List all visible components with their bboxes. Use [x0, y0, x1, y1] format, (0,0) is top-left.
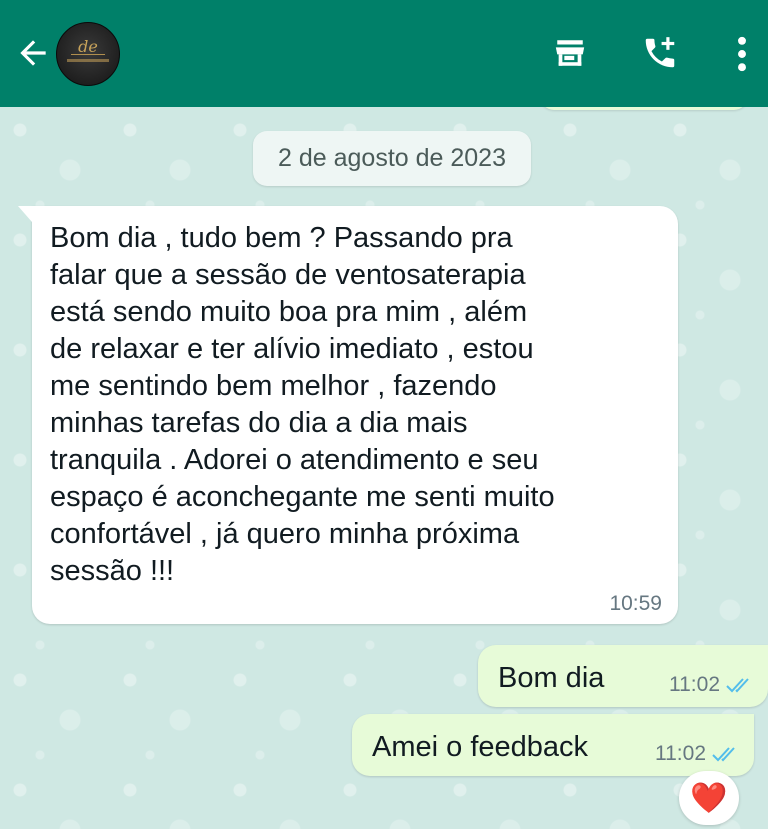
add-call-icon[interactable] — [640, 34, 680, 72]
outgoing-message-text: Bom dia — [498, 662, 605, 694]
back-arrow-icon[interactable] — [14, 34, 52, 72]
outgoing-message-bubble[interactable]: Bom dia 11:02 — [478, 645, 768, 707]
store-icon[interactable] — [552, 36, 588, 70]
outgoing-message-time: 11:02 — [655, 742, 706, 765]
read-ticks-icon — [726, 678, 749, 693]
outgoing-message-bubble[interactable]: Amei o feedback 11:02 — [352, 714, 754, 776]
incoming-message-bubble[interactable]: Bom dia , tudo bem ? Passando pra falar … — [18, 206, 678, 624]
outgoing-message-meta: 11:02 — [655, 742, 740, 766]
outgoing-message-text: Amei o feedback — [372, 731, 589, 763]
outgoing-message-time: 11:02 — [669, 673, 720, 696]
avatar-logo-caption — [67, 59, 109, 62]
chat-header: de — [0, 0, 768, 107]
contact-avatar[interactable]: de — [56, 22, 120, 86]
date-separator: 2 de agosto de 2023 — [253, 131, 531, 186]
heart-reaction-icon[interactable]: ❤️ — [679, 771, 739, 825]
incoming-message-text: Bom dia , tudo bem ? Passando pra falar … — [50, 222, 555, 587]
read-ticks-icon — [712, 747, 735, 762]
more-vertical-icon[interactable] — [732, 36, 752, 72]
avatar-logo-line — [71, 54, 105, 55]
outgoing-message-meta: 11:02 — [669, 673, 754, 697]
incoming-message-time: 10:59 — [609, 592, 662, 615]
